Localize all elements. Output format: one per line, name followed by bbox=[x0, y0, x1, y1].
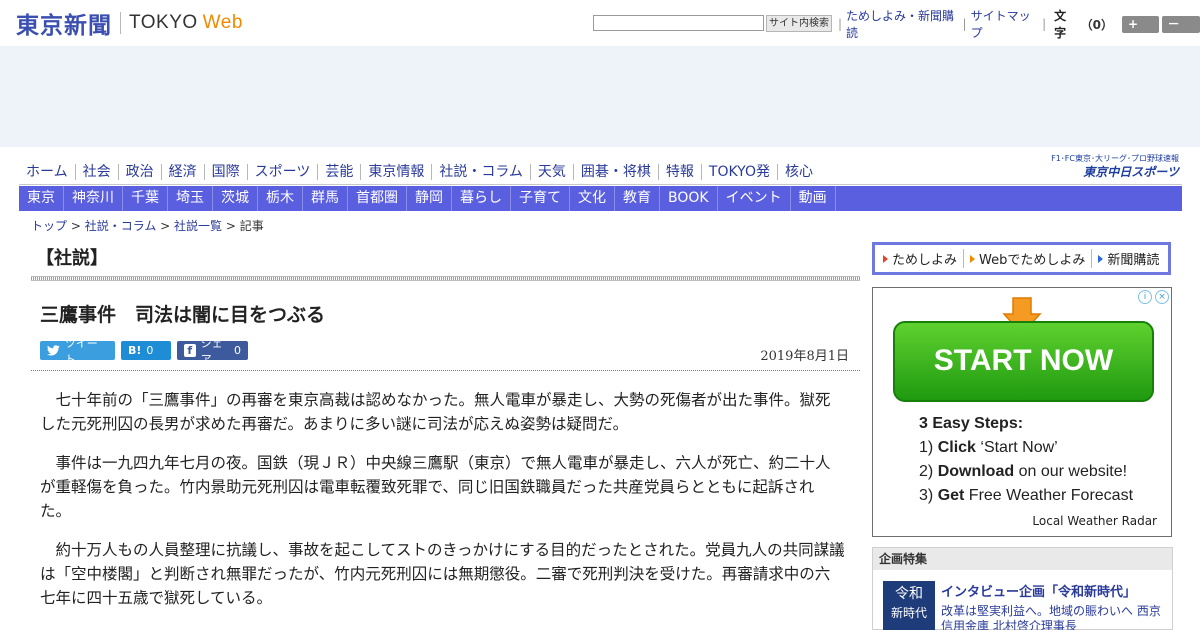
article-paragraph: 事件は一九四九年七月の夜。国鉄（現ＪＲ）中央線三鷹駅（東京）で無人電車が暴走し、… bbox=[40, 454, 831, 520]
twitter-bird-icon bbox=[47, 345, 60, 356]
chunichi-tagline: F1･FC東京･大リーグ･プロ野球速報 bbox=[1051, 154, 1179, 163]
article-title: 三鷹事件 司法は闇に目をつぶる bbox=[40, 304, 326, 326]
logo-japanese: 東京新聞 bbox=[16, 12, 112, 39]
article-divider bbox=[31, 370, 860, 371]
nav-event[interactable]: イベント bbox=[718, 186, 791, 211]
nav-region-gunma[interactable]: 群馬 bbox=[303, 186, 348, 211]
nav-region-tochigi[interactable]: 栃木 bbox=[258, 186, 303, 211]
ad-step: 2) Download on our website! bbox=[919, 463, 1128, 480]
nav-region-shutoken[interactable]: 首都圏 bbox=[348, 186, 407, 211]
nav-divider bbox=[19, 184, 1182, 185]
web-trial-reading-link[interactable]: Webでためしよみ bbox=[963, 249, 1091, 268]
triangle-bullet-icon bbox=[970, 254, 976, 263]
nav-region-chiba[interactable]: 千葉 bbox=[123, 186, 168, 211]
triangle-bullet-icon bbox=[883, 254, 888, 263]
nav-society[interactable]: 社会 bbox=[74, 163, 118, 180]
nav-igo-shogi[interactable]: 囲碁・将棋 bbox=[572, 163, 658, 180]
regional-nav: 東京 神奈川 千葉 埼玉 茨城 栃木 群馬 首都圏 静岡 暮らし 子育て 文化 … bbox=[19, 186, 1182, 211]
article-body: 七十年前の「三鷹事件」の再審を東京高裁は認めなかった。無人電車が暴走し、大勢の死… bbox=[40, 388, 845, 625]
primary-nav: ホーム 社会 政治 経済 国際 スポーツ 芸能 東京情報 社説・コラム 天気 囲… bbox=[19, 159, 820, 184]
breadcrumb: トップ > 社説・コラム > 社説一覧 > 記事 bbox=[31, 219, 264, 233]
ad-brand: Local Weather Radar bbox=[1032, 514, 1157, 528]
nav-entertainment[interactable]: 芸能 bbox=[317, 163, 360, 180]
tweet-label: ツイート bbox=[64, 336, 98, 366]
facebook-icon: f bbox=[184, 344, 196, 357]
section-label: 【社説】 bbox=[36, 248, 108, 269]
facebook-count: 0 bbox=[234, 344, 241, 357]
nav-weather[interactable]: 天気 bbox=[529, 163, 573, 180]
breadcrumb-top[interactable]: トップ bbox=[31, 219, 67, 233]
trial-subscribe-link[interactable]: ためしよみ・新聞購読 bbox=[846, 7, 958, 41]
font-size-value: （0） bbox=[1080, 17, 1113, 32]
newspaper-subscribe-link[interactable]: 新聞購読 bbox=[1091, 249, 1165, 268]
feature-thumbnail[interactable]: 令和 新時代 bbox=[883, 581, 935, 630]
site-logo[interactable]: 東京新聞 TOKYO Web bbox=[16, 9, 243, 39]
nav-special-report[interactable]: 特報 bbox=[657, 163, 701, 180]
ad-steps-title: 3 Easy Steps: bbox=[919, 415, 1024, 432]
article-paragraph: 七十年前の「三鷹事件」の再審を東京高裁は認めなかった。無人電車が暴走し、大勢の死… bbox=[40, 391, 831, 433]
section-divider bbox=[31, 276, 860, 281]
subscribe-box: ためしよみ Webでためしよみ 新聞購読 bbox=[872, 242, 1171, 275]
triangle-bullet-icon bbox=[1098, 254, 1104, 263]
nav-home[interactable]: ホーム bbox=[19, 164, 75, 180]
top-ad-banner[interactable] bbox=[0, 46, 1200, 147]
header-links: | ためしよみ・新聞購読 | サイトマップ | 文字 （0） + 大 － 小 bbox=[834, 9, 1200, 48]
nav-tokyo-hatsu[interactable]: TOKYO発 bbox=[700, 163, 777, 180]
breadcrumb-editorial-list[interactable]: 社説一覧 bbox=[174, 219, 222, 233]
feature-title-link[interactable]: インタビュー企画「令和新時代」 bbox=[941, 581, 1136, 600]
article-paragraph: 約十万人もの人員整理に抗議し、事故を起こしてストのきっかけにする目的だったとされ… bbox=[40, 541, 845, 607]
nav-international[interactable]: 国際 bbox=[203, 163, 247, 180]
nav-tokyo-info[interactable]: 東京情報 bbox=[360, 163, 431, 180]
nav-region-saitama[interactable]: 埼玉 bbox=[168, 186, 213, 211]
nav-book[interactable]: BOOK bbox=[660, 186, 718, 211]
facebook-share-button[interactable]: f シェア 0 bbox=[177, 337, 248, 366]
font-size-label: 文字 bbox=[1054, 9, 1067, 40]
nav-region-ibaraki[interactable]: 茨城 bbox=[213, 186, 258, 211]
breadcrumb-editorial[interactable]: 社説・コラム bbox=[85, 219, 157, 233]
nav-region-tokyo[interactable]: 東京 bbox=[19, 186, 64, 211]
hatena-count: 0 bbox=[146, 344, 154, 357]
nav-politics[interactable]: 政治 bbox=[117, 163, 161, 180]
feature-summary[interactable]: 改革は堅実利益へ。地域の賑わいへ 西京信用金庫 北村啓介理事長 bbox=[941, 604, 1166, 630]
nav-region-kanagawa[interactable]: 神奈川 bbox=[64, 186, 123, 211]
nav-economy[interactable]: 経済 bbox=[160, 163, 204, 180]
nav-sports[interactable]: スポーツ bbox=[246, 163, 318, 180]
logo-divider bbox=[120, 12, 121, 34]
sidebar-ad[interactable]: i × START NOW 3 Easy Steps: 1) Click ‘St… bbox=[872, 287, 1172, 537]
ad-close-icon[interactable]: × bbox=[1155, 290, 1169, 304]
font-smaller-button[interactable]: － 小 bbox=[1161, 15, 1200, 48]
nav-editorial[interactable]: 社説・コラム bbox=[431, 163, 530, 180]
chunichi-logo: 東京中日スポーツ bbox=[1083, 165, 1179, 179]
nav-core[interactable]: 核心 bbox=[776, 163, 820, 180]
ad-steps: 3 Easy Steps: 1) Click ‘Start Now’ 2) Do… bbox=[919, 412, 1133, 508]
facebook-share-label: シェア bbox=[200, 336, 223, 366]
nav-education[interactable]: 教育 bbox=[615, 186, 660, 211]
adchoices-info-icon[interactable]: i bbox=[1138, 290, 1152, 304]
ad-step: 1) Click ‘Start Now’ bbox=[919, 439, 1058, 456]
start-now-button[interactable]: START NOW bbox=[893, 321, 1154, 402]
sitemap-link[interactable]: サイトマップ bbox=[971, 7, 1039, 41]
search-input[interactable] bbox=[593, 15, 764, 31]
nav-culture[interactable]: 文化 bbox=[570, 186, 615, 211]
feature-box: 企画特集 令和 新時代 インタビュー企画「令和新時代」 改革は堅実利益へ。地域の… bbox=[872, 547, 1173, 630]
nav-parenting[interactable]: 子育て bbox=[511, 186, 570, 211]
breadcrumb-current: 記事 bbox=[239, 219, 264, 233]
adchoices-icons[interactable]: i × bbox=[1138, 290, 1169, 304]
article-date: 2019年8月1日 bbox=[760, 349, 849, 364]
font-larger-button[interactable]: + 大 bbox=[1122, 15, 1159, 48]
hatena-b-icon: B! bbox=[128, 344, 142, 357]
ad-step: 3) Get Free Weather Forecast bbox=[919, 487, 1134, 504]
trial-reading-link[interactable]: ためしよみ bbox=[875, 249, 963, 268]
feature-heading: 企画特集 bbox=[873, 548, 1172, 570]
tweet-button[interactable]: ツイート bbox=[40, 337, 115, 366]
logo-english: TOKYO Web bbox=[129, 12, 243, 33]
chunichi-sports-link[interactable]: F1･FC東京･大リーグ･プロ野球速報 東京中日スポーツ bbox=[1027, 154, 1179, 180]
nav-living[interactable]: 暮らし bbox=[452, 186, 511, 211]
site-search-button[interactable]: サイト内検索 bbox=[766, 15, 832, 32]
hatena-bookmark-button[interactable]: B! 0 bbox=[121, 341, 171, 360]
nav-region-shizuoka[interactable]: 静岡 bbox=[407, 186, 452, 211]
site-header: 東京新聞 TOKYO Web サイト内検索 | ためしよみ・新聞購読 | サイトマ… bbox=[0, 0, 1200, 48]
nav-video[interactable]: 動画 bbox=[791, 186, 836, 211]
